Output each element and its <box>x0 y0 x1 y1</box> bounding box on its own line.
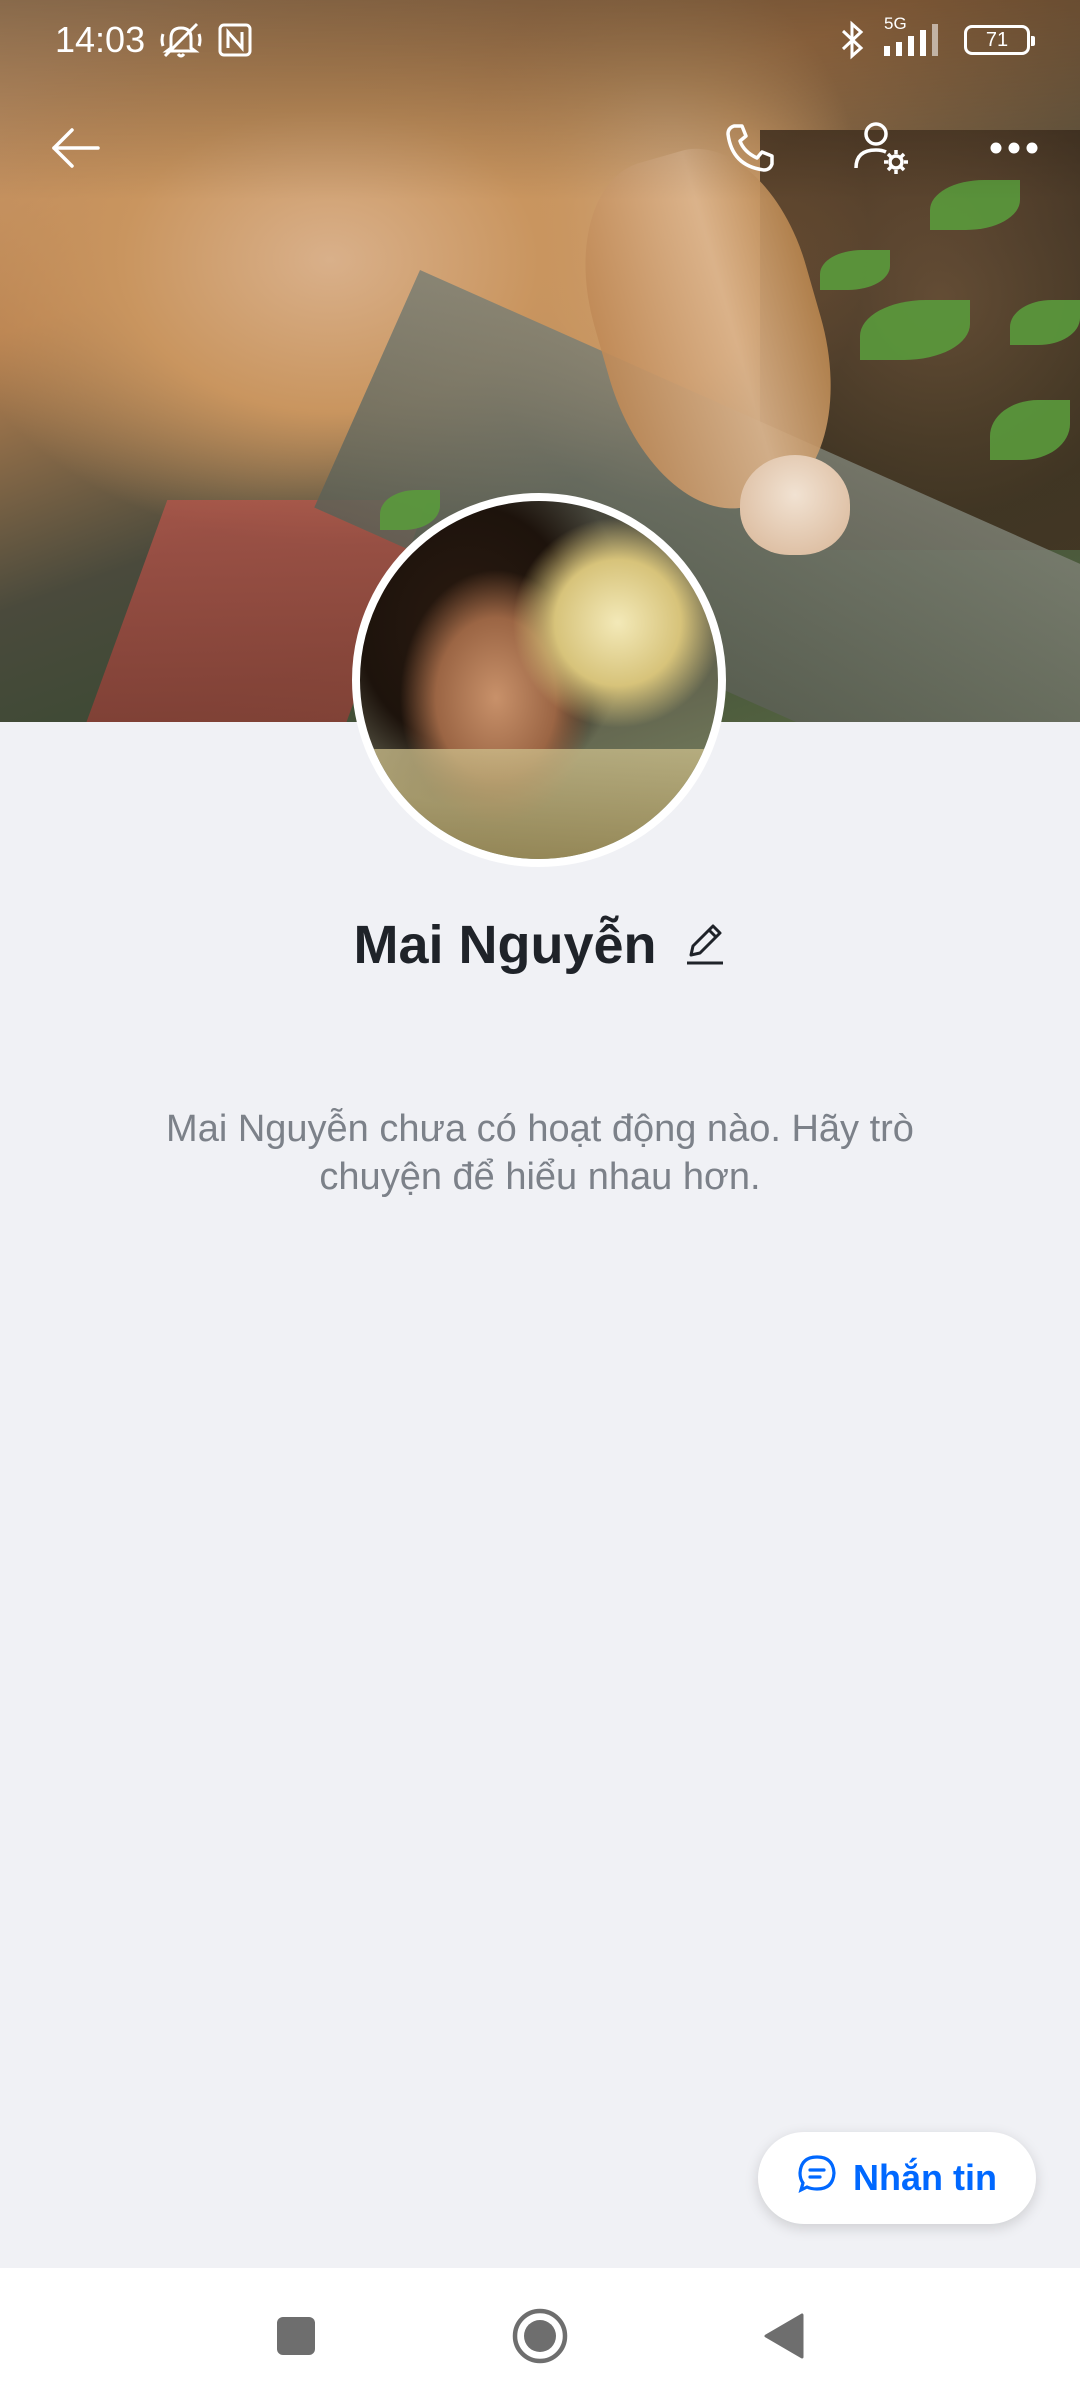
recent-apps-icon <box>275 2315 317 2362</box>
send-message-label: Nhắn tin <box>853 2157 997 2198</box>
nav-back-button[interactable] <box>744 2298 824 2378</box>
call-button[interactable] <box>700 100 800 200</box>
home-icon <box>511 2307 569 2370</box>
user-settings-icon <box>852 118 912 183</box>
cover-photo-cat-paw <box>740 455 850 555</box>
back-button[interactable] <box>26 100 126 200</box>
status-time: 14:03 <box>55 19 146 60</box>
home-button[interactable] <box>500 2298 580 2378</box>
profile-settings-button[interactable] <box>832 100 932 200</box>
chat-bubble-icon <box>797 2154 837 2203</box>
network-type: 5G <box>884 14 907 33</box>
back-icon <box>762 2311 806 2366</box>
avatar-photo-desk <box>360 749 718 859</box>
phone-icon <box>722 120 778 181</box>
avatar[interactable] <box>352 493 726 867</box>
status-bar: 14:03 5G 71 <box>0 0 1080 80</box>
battery-icon: 71 <box>964 25 1035 55</box>
back-arrow-icon <box>50 126 102 175</box>
edit-name-button[interactable] <box>683 919 727 972</box>
top-action-bar <box>0 100 1080 200</box>
profile-name: Mai Nguyễn <box>353 915 657 975</box>
battery-level: 71 <box>985 28 1009 51</box>
system-navigation-bar <box>0 2268 1080 2400</box>
send-message-button[interactable]: Nhắn tin <box>758 2132 1036 2224</box>
bluetooth-icon <box>840 20 864 60</box>
nfc-icon <box>217 22 253 58</box>
recent-apps-button[interactable] <box>256 2298 336 2378</box>
more-icon <box>989 141 1039 160</box>
mute-icon <box>159 20 203 60</box>
more-options-button[interactable] <box>964 100 1064 200</box>
signal-icon: 5G <box>882 14 946 60</box>
empty-activity-message: Mai Nguyễn chưa có hoạt động nào. Hãy tr… <box>166 1108 914 1198</box>
pencil-icon <box>686 924 723 964</box>
profile-name-row: Mai Nguyễn <box>0 905 1080 985</box>
